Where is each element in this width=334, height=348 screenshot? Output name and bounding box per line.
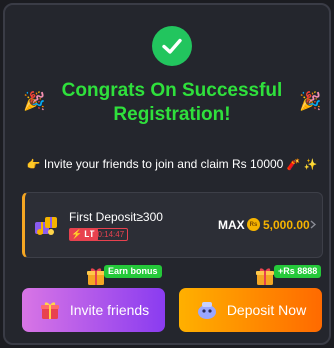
gift-box-icon [256, 268, 274, 285]
chevron-right-icon[interactable] [310, 220, 316, 229]
earn-bonus-badge: Earn bonus [104, 265, 162, 278]
registration-success-modal: 🎉 🎉 Congrats On Successful Registration!… [3, 3, 331, 345]
pointing-hand-icon: 👉 [26, 159, 41, 171]
max-label: MAX [218, 218, 245, 232]
gift-pile-icon [35, 217, 57, 235]
invite-message-text: Invite your friends to join and claim Rs… [43, 157, 284, 171]
first-deposit-offer-card[interactable]: First Deposit≥300 ⚡ LT 00:14:47 MAX Rs 5… [22, 192, 323, 258]
flame-icon: ⚡ [71, 229, 83, 239]
gift-icon [40, 302, 59, 319]
invite-friends-label: Invite friends [69, 302, 150, 318]
success-title: Congrats On Successful Registration! [50, 79, 294, 127]
success-check-icon [152, 26, 192, 66]
party-popper-icon: 🎉 [299, 91, 322, 111]
success-title-line1: Congrats On Successful [61, 80, 283, 101]
invite-message: 👉 Invite your friends to join and claim … [5, 157, 334, 171]
sparkles-icon: 🧨 ✨ [286, 159, 318, 171]
wallet-mascot-icon [197, 302, 216, 319]
rupee-coin-icon: Rs [247, 218, 260, 231]
deposit-now-label: Deposit Now [226, 302, 307, 318]
countdown-timer: 00:14:47 [89, 228, 129, 241]
success-title-line2: Registration! [113, 104, 231, 125]
max-bonus-amount: 5,000.00 [263, 218, 310, 232]
currency-symbol: Rs [249, 221, 258, 228]
deposit-now-button[interactable]: Deposit Now [179, 288, 322, 332]
invite-friends-button[interactable]: Invite friends [22, 288, 165, 332]
party-popper-icon: 🎉 [23, 91, 46, 111]
first-deposit-title: First Deposit≥300 [69, 210, 163, 224]
deposit-bonus-badge: +Rs 8888 [274, 265, 322, 278]
